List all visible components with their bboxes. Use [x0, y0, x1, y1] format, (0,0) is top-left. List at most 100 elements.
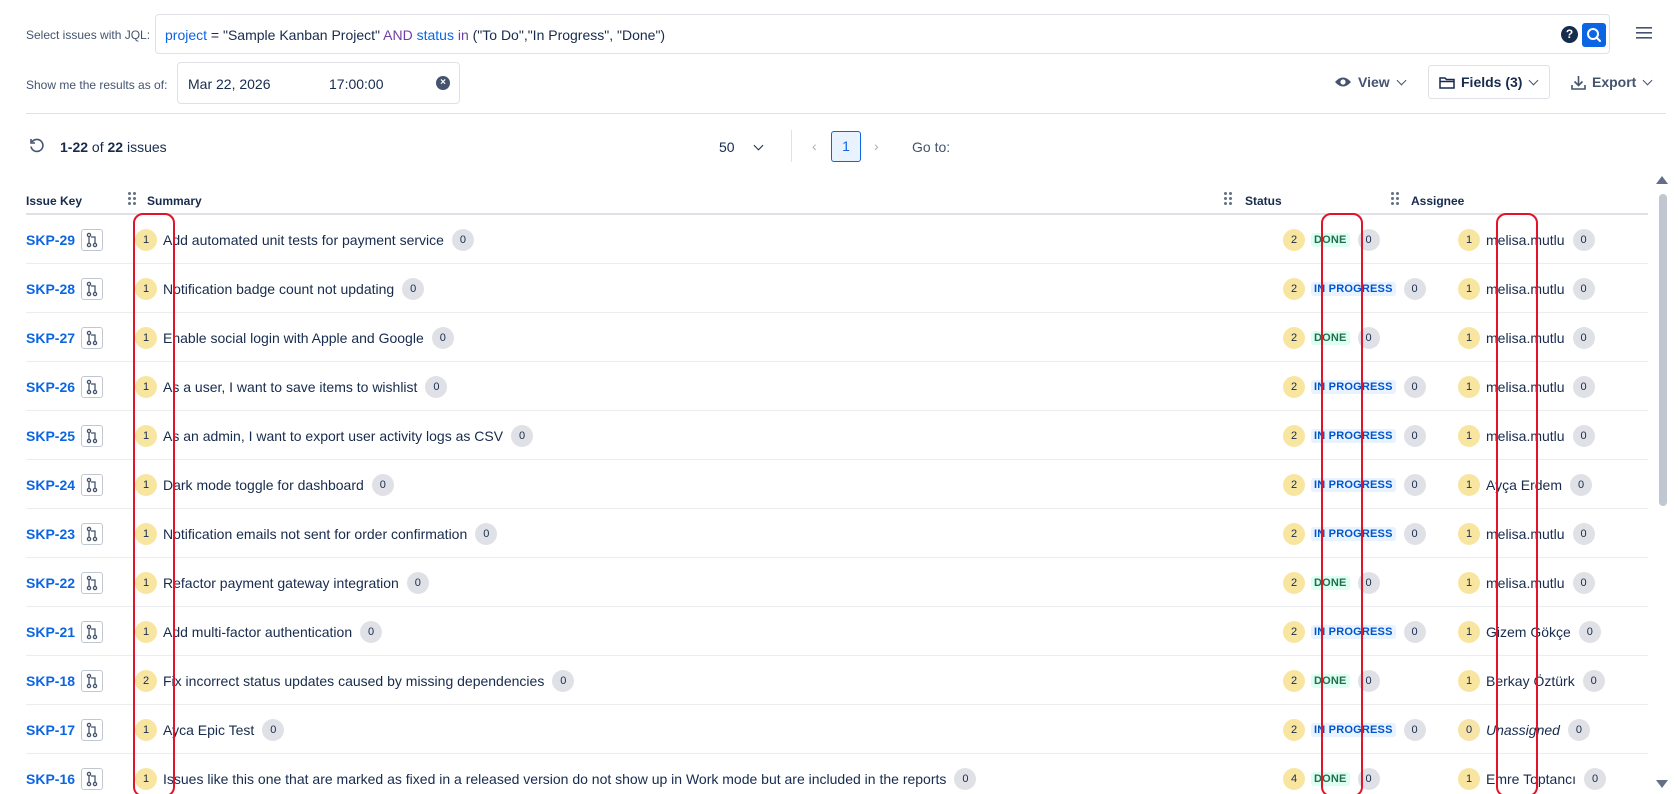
column-header-summary[interactable]: Summary: [147, 194, 202, 208]
time-input[interactable]: 17:00:00: [329, 76, 384, 92]
issue-key-link[interactable]: SKP-22: [26, 575, 75, 591]
table-row[interactable]: SKP-17 1 Ayca Epic Test 0 2 IN PROGRESS 0 0 Unas…: [26, 705, 1648, 754]
branch-button[interactable]: [81, 375, 104, 398]
history-count-badge[interactable]: 2: [1283, 620, 1305, 643]
issue-key-link[interactable]: SKP-28: [26, 281, 75, 297]
comment-count-badge[interactable]: 0: [1403, 375, 1426, 398]
history-count-badge[interactable]: 1: [1458, 228, 1480, 251]
comment-count-badge[interactable]: 0: [954, 767, 977, 790]
table-row[interactable]: SKP-26 1 As a user, I want to save items t…: [26, 362, 1648, 411]
comment-count-badge[interactable]: 0: [1403, 522, 1426, 545]
issue-key-link[interactable]: SKP-25: [26, 428, 75, 444]
issue-key-link[interactable]: SKP-26: [26, 379, 75, 395]
history-count-badge[interactable]: 2: [1283, 375, 1305, 398]
issue-key-link[interactable]: SKP-17: [26, 722, 75, 738]
date-input[interactable]: Mar 22, 2026: [188, 76, 271, 92]
menu-icon[interactable]: [1636, 26, 1652, 40]
view-button[interactable]: View: [1324, 65, 1415, 99]
column-header-status[interactable]: Status: [1245, 194, 1282, 208]
comment-count-badge[interactable]: 0: [402, 277, 425, 300]
history-count-badge[interactable]: 1: [1458, 277, 1480, 300]
search-button[interactable]: [1582, 23, 1606, 47]
comment-count-badge[interactable]: 0: [1572, 571, 1595, 594]
table-row[interactable]: SKP-29 1 Add automated unit tests for paym…: [26, 215, 1648, 264]
table-row[interactable]: SKP-25 1 As an admin, I want to export use…: [26, 411, 1648, 460]
history-count-badge[interactable]: 2: [1283, 326, 1305, 349]
vertical-scrollbar[interactable]: [1656, 176, 1668, 794]
comment-count-badge[interactable]: 0: [262, 718, 285, 741]
clear-icon[interactable]: ×: [436, 76, 450, 90]
history-count-badge[interactable]: 2: [1283, 522, 1305, 545]
scroll-up-icon[interactable]: [1656, 176, 1668, 184]
table-row[interactable]: SKP-28 1 Notification badge count not upda…: [26, 264, 1648, 313]
comment-count-badge[interactable]: 0: [1572, 375, 1595, 398]
current-page-button[interactable]: 1: [831, 131, 861, 162]
drag-handle-icon[interactable]: [1224, 192, 1234, 206]
table-row[interactable]: SKP-27 1 Enable social login with Apple an…: [26, 313, 1648, 362]
comment-count-badge[interactable]: 0: [431, 326, 454, 349]
comment-count-badge[interactable]: 0: [1403, 424, 1426, 447]
comment-count-badge[interactable]: 0: [1403, 473, 1426, 496]
history-count-badge[interactable]: 1: [1458, 424, 1480, 447]
history-count-badge[interactable]: 2: [1283, 669, 1305, 692]
branch-button[interactable]: [81, 277, 104, 300]
history-count-badge[interactable]: 2: [1283, 424, 1305, 447]
comment-count-badge[interactable]: 0: [1578, 620, 1601, 643]
history-count-badge[interactable]: 1: [1458, 767, 1480, 790]
branch-button[interactable]: [81, 326, 104, 349]
history-count-badge[interactable]: 2: [1283, 571, 1305, 594]
branch-button[interactable]: [81, 424, 104, 447]
history-count-badge[interactable]: 0: [1458, 718, 1480, 741]
history-count-badge[interactable]: 2: [1283, 718, 1305, 741]
issue-key-link[interactable]: SKP-16: [26, 771, 75, 787]
issue-key-link[interactable]: SKP-27: [26, 330, 75, 346]
comment-count-badge[interactable]: 0: [425, 375, 448, 398]
table-row[interactable]: SKP-24 1 Dark mode toggle for dashboard 0 2 I…: [26, 460, 1648, 509]
table-row[interactable]: SKP-18 2 Fix incorrect status updates caus…: [26, 656, 1648, 705]
history-count-badge[interactable]: 2: [1283, 228, 1305, 251]
comment-count-badge[interactable]: 0: [475, 522, 498, 545]
previous-page-button[interactable]: ‹: [812, 138, 817, 154]
column-header-issue-key[interactable]: Issue Key: [26, 194, 82, 208]
issue-key-link[interactable]: SKP-29: [26, 232, 75, 248]
jql-query-text[interactable]: project = "Sample Kanban Project" AND st…: [165, 27, 665, 43]
issue-key-link[interactable]: SKP-21: [26, 624, 75, 640]
next-page-button[interactable]: ›: [874, 138, 879, 154]
history-count-badge[interactable]: 1: [1458, 571, 1480, 594]
history-count-badge[interactable]: 1: [1458, 669, 1480, 692]
branch-button[interactable]: [81, 669, 104, 692]
issue-key-link[interactable]: SKP-24: [26, 477, 75, 493]
branch-button[interactable]: [81, 228, 104, 251]
refresh-icon[interactable]: [28, 137, 46, 155]
table-row[interactable]: SKP-22 1 Refactor payment gateway integrat…: [26, 558, 1648, 607]
scrollbar-thumb[interactable]: [1659, 194, 1667, 506]
table-row[interactable]: SKP-23 1 Notification emails not sent for …: [26, 509, 1648, 558]
comment-count-badge[interactable]: 0: [511, 424, 534, 447]
table-row[interactable]: SKP-16 1 Issues like this one that are mar…: [26, 754, 1648, 794]
history-count-badge[interactable]: 4: [1283, 767, 1305, 790]
branch-button[interactable]: [81, 767, 104, 790]
date-time-picker[interactable]: Mar 22, 2026 17:00:00 ×: [177, 62, 460, 104]
branch-button[interactable]: [81, 522, 104, 545]
fields-button[interactable]: Fields (3): [1428, 65, 1550, 99]
export-button[interactable]: Export: [1561, 65, 1661, 99]
history-count-badge[interactable]: 1: [1458, 473, 1480, 496]
issue-key-link[interactable]: SKP-18: [26, 673, 75, 689]
branch-button[interactable]: [81, 571, 104, 594]
comment-count-badge[interactable]: 0: [1572, 522, 1595, 545]
comment-count-badge[interactable]: 0: [371, 473, 394, 496]
comment-count-badge[interactable]: 0: [1572, 424, 1595, 447]
help-icon[interactable]: ?: [1561, 26, 1578, 43]
comment-count-badge[interactable]: 0: [1582, 669, 1605, 692]
history-count-badge[interactable]: 2: [1283, 277, 1305, 300]
comment-count-badge[interactable]: 0: [451, 228, 474, 251]
jql-input[interactable]: project = "Sample Kanban Project" AND st…: [155, 14, 1610, 54]
comment-count-badge[interactable]: 0: [1567, 718, 1590, 741]
scroll-down-icon[interactable]: [1656, 780, 1668, 788]
drag-handle-icon[interactable]: [128, 192, 138, 206]
comment-count-badge[interactable]: 0: [1572, 277, 1595, 300]
per-page-select[interactable]: 50: [719, 139, 764, 155]
table-row[interactable]: SKP-21 1 Add multi-factor authentication 0 2…: [26, 607, 1648, 656]
comment-count-badge[interactable]: 0: [406, 571, 429, 594]
comment-count-badge[interactable]: 0: [1584, 767, 1607, 790]
